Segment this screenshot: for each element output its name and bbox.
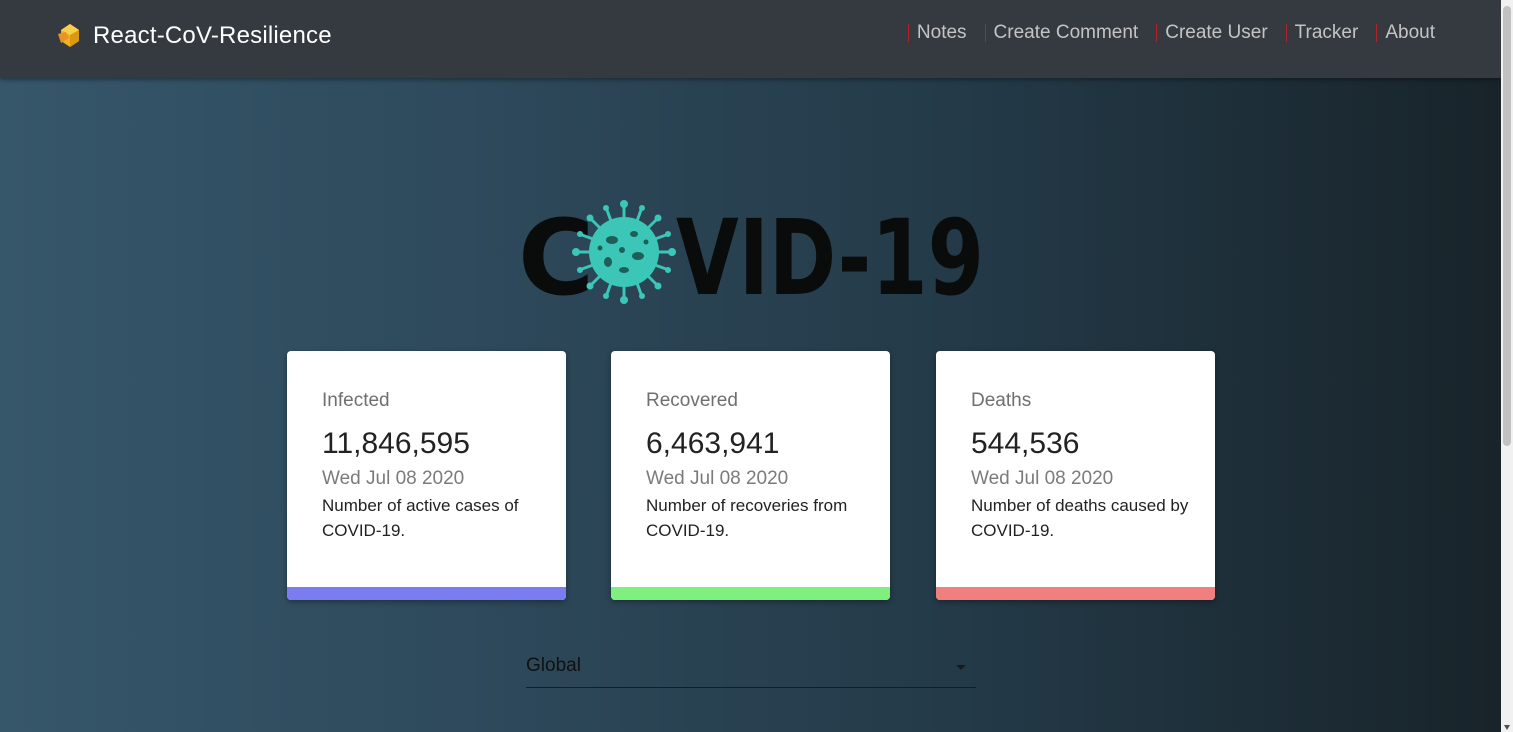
stats-cards: Infected 11,846,595 Wed Jul 08 2020 Numb… <box>287 351 1215 600</box>
card-value: 11,846,595 <box>322 427 470 460</box>
card-date: Wed Jul 08 2020 <box>646 468 789 489</box>
card-accent-bar <box>287 587 566 600</box>
nav-link-tracker[interactable]: Tracker <box>1285 22 1359 44</box>
country-select[interactable]: Global <box>526 650 976 688</box>
nav-links: Notes Create Comment Create User Tracker… <box>890 22 1435 44</box>
brand-link[interactable]: React-CoV-Resilience <box>55 20 332 52</box>
nav-separator <box>1156 24 1158 42</box>
nav-link-create-comment[interactable]: Create Comment <box>984 22 1139 44</box>
card-title: Recovered <box>646 390 738 411</box>
nav-link-create-user[interactable]: Create User <box>1156 22 1268 44</box>
card-infected: Infected 11,846,595 Wed Jul 08 2020 Numb… <box>287 351 566 600</box>
card-deaths: Deaths 544,536 Wed Jul 08 2020 Number of… <box>936 351 1215 600</box>
brand-logo-icon <box>58 24 79 47</box>
covid-19-logo: C VID-19 <box>518 198 984 306</box>
card-accent-bar <box>936 587 1215 600</box>
nav-link-notes[interactable]: Notes <box>907 22 967 44</box>
scrollbar-thumb[interactable] <box>1503 6 1511 446</box>
nav-link-about[interactable]: About <box>1376 22 1435 44</box>
chevron-down-icon <box>956 665 966 670</box>
card-accent-bar <box>611 587 890 600</box>
navbar: React-CoV-Resilience Notes Create Commen… <box>0 0 1501 78</box>
nav-link-label: About <box>1385 22 1435 43</box>
page-scrollbar[interactable] <box>1501 0 1513 732</box>
nav-link-label: Notes <box>916 22 967 43</box>
nav-separator <box>1285 24 1287 42</box>
card-description: Number of deaths caused by COVID-19. <box>971 496 1189 540</box>
nav-link-label: Tracker <box>1294 22 1359 43</box>
virus-icon <box>572 200 676 304</box>
brand-title: React-CoV-Resilience <box>93 22 332 49</box>
card-date: Wed Jul 08 2020 <box>971 468 1114 489</box>
nav-link-label: Create Comment <box>993 22 1139 43</box>
logo-text-vid-19: VID-19 <box>676 198 984 306</box>
country-select-value: Global <box>526 655 581 676</box>
card-description: Number of recoveries from COVID-19. <box>646 496 848 540</box>
card-date: Wed Jul 08 2020 <box>322 468 465 489</box>
card-recovered: Recovered 6,463,941 Wed Jul 08 2020 Numb… <box>611 351 890 600</box>
nav-separator <box>1376 24 1378 42</box>
card-title: Infected <box>322 390 390 411</box>
nav-separator <box>907 24 909 42</box>
card-description: Number of active cases of COVID-19. <box>322 496 519 540</box>
nav-link-label: Create User <box>1165 22 1268 43</box>
scroll-down-icon[interactable] <box>1504 725 1510 730</box>
card-title: Deaths <box>971 390 1032 411</box>
card-value: 6,463,941 <box>646 427 780 460</box>
nav-separator <box>984 24 986 42</box>
card-value: 544,536 <box>971 427 1080 460</box>
